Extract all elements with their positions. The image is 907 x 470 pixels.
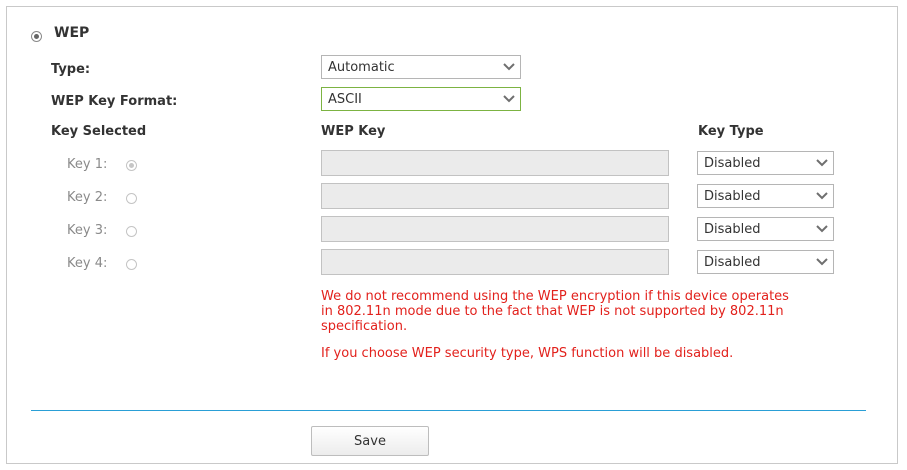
key-3-type-select[interactable]: Disabled [697,217,834,241]
key-4-type-select[interactable]: Disabled [697,250,834,274]
key-2-radio-icon[interactable] [126,193,137,204]
chevron-down-icon [501,59,517,75]
type-select[interactable]: Automatic [321,55,521,79]
key-1-type-select[interactable]: Disabled [697,151,834,175]
key-3-label: Key 3: [67,223,108,238]
key-1-radio-icon[interactable] [126,160,137,171]
key-4-radio-icon[interactable] [126,259,137,270]
wps-warning: If you choose WEP security type, WPS fun… [321,346,734,361]
type-label: Type: [51,62,91,77]
key-1-type-value: Disabled [704,155,761,171]
key-2-type-select[interactable]: Disabled [697,184,834,208]
wep-key-header: WEP Key [321,124,386,139]
wep-radio-icon[interactable] [31,31,42,42]
wep-title: WEP [54,25,90,41]
key-1-input[interactable] [321,150,669,176]
type-select-value: Automatic [328,59,395,75]
section-divider [31,410,866,411]
wep-warning-line-1: We do not recommend using the WEP encryp… [321,289,789,304]
wep-warning-line-2: in 802.11n mode due to the fact that WEP… [321,304,784,319]
wep-key-format-label: WEP Key Format: [51,94,178,109]
key-3-type-value: Disabled [704,221,761,237]
wep-key-format-select[interactable]: ASCII [321,87,521,111]
key-3-input[interactable] [321,216,669,242]
chevron-down-icon [814,155,830,171]
chevron-down-icon [814,221,830,237]
chevron-down-icon [814,254,830,270]
chevron-down-icon [814,188,830,204]
save-button[interactable]: Save [311,426,429,456]
wep-settings-panel: WEP Type: Automatic WEP Key Format: ASCI… [6,6,898,464]
key-4-type-value: Disabled [704,254,761,270]
key-1-label: Key 1: [67,157,108,172]
wep-key-format-value: ASCII [328,91,362,107]
key-2-label: Key 2: [67,190,108,205]
key-type-header: Key Type [698,124,764,139]
key-2-input[interactable] [321,183,669,209]
key-2-type-value: Disabled [704,188,761,204]
key-4-label: Key 4: [67,256,108,271]
key-3-radio-icon[interactable] [126,226,137,237]
wep-warning-line-3: specification. [321,319,408,334]
key-selected-header: Key Selected [51,124,147,139]
key-4-input[interactable] [321,249,669,275]
chevron-down-icon [501,91,517,107]
